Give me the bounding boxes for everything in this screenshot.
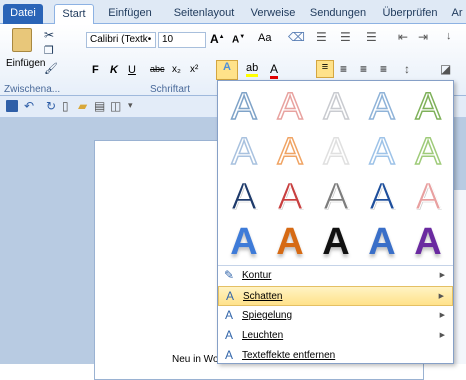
text-effect-style-2-1[interactable]: A — [222, 130, 266, 174]
submenu-arrow-icon: ▶ — [439, 272, 445, 279]
menu-item-label: Schatten — [243, 291, 283, 302]
tab-review[interactable]: Überprüfen — [378, 4, 442, 24]
menu-item-label: Texteffekte entfernen — [242, 350, 336, 361]
italic-icon[interactable]: K — [110, 64, 118, 76]
text-effect-style-2-5[interactable]: A — [406, 130, 450, 174]
group-label-font: Schriftart — [150, 84, 191, 95]
menu-item-texteffekte-entfernen[interactable]: A Texteffekte entfernen — [218, 346, 453, 366]
menu-item-kontur[interactable]: ✎ Kontur ▶ — [218, 266, 453, 286]
ribbon-tabs: Datei Start Einfügen Seitenlayout Verwei… — [0, 0, 466, 24]
align-left-icon[interactable]: ≡ — [316, 60, 334, 78]
save-icon[interactable] — [6, 100, 18, 112]
text-effect-style-4-1[interactable]: A — [222, 220, 266, 264]
menu-item-schatten[interactable]: A Schatten ▶ — [218, 286, 453, 306]
group-label-clipboard: Zwischena... — [4, 84, 61, 95]
menu-item-label: Kontur — [242, 270, 272, 281]
numbering-icon[interactable]: ☰ — [340, 30, 351, 44]
text-effect-style-1-3[interactable]: A — [314, 85, 358, 129]
print-icon[interactable]: ▤ — [94, 99, 105, 113]
align-center-icon[interactable]: ≡ — [340, 62, 347, 76]
grow-font-icon[interactable]: A▲ — [210, 32, 225, 46]
text-effect-style-2-3[interactable]: A — [314, 130, 358, 174]
new-document-icon[interactable]: ▯ — [62, 99, 69, 113]
menu-item-leuchten[interactable]: A Leuchten ▶ — [218, 326, 453, 346]
clear-format-icon[interactable]: ⌫ — [288, 30, 305, 44]
clipboard-icon — [12, 28, 32, 52]
justify-icon[interactable]: ≡ — [380, 62, 387, 76]
highlight-icon[interactable]: ab — [246, 62, 259, 77]
underline-icon[interactable]: U — [128, 64, 136, 76]
undo-icon[interactable]: ↶ — [24, 99, 34, 113]
tab-mailings[interactable]: Sendungen — [306, 4, 370, 24]
menu-item-label: Leuchten — [242, 330, 284, 341]
text-effect-style-3-4[interactable]: A — [360, 175, 404, 219]
open-icon[interactable]: ▰ — [78, 99, 87, 113]
text-effect-style-4-5[interactable]: A — [406, 220, 450, 264]
text-effect-style-1-5[interactable]: A — [406, 85, 450, 129]
text-effect-style-1-1[interactable]: A — [222, 85, 266, 129]
text-effect-style-3-3[interactable]: A — [314, 175, 358, 219]
text-effect-style-2-4[interactable]: A — [360, 130, 404, 174]
text-effect-style-1-4[interactable]: A — [360, 85, 404, 129]
subscript-icon[interactable]: x₂ — [172, 64, 181, 75]
bullets-icon[interactable]: ☰ — [316, 30, 327, 44]
reflection-icon: A — [224, 308, 233, 322]
tab-references[interactable]: Verweise — [248, 4, 298, 24]
increase-indent-icon[interactable]: ⇥ — [418, 30, 428, 44]
text-effects-gallery: AAAAAAAAAAAAAAAAAAAA ✎ Kontur ▶ A Schatt… — [217, 80, 454, 364]
submenu-arrow-icon: ▶ — [438, 293, 444, 300]
text-effects-button[interactable]: A — [216, 60, 238, 80]
menu-item-label: Spiegelung — [242, 310, 293, 321]
bold-icon[interactable]: F — [92, 64, 99, 76]
side-pane-edge — [452, 190, 466, 364]
print-preview-icon[interactable]: ◫ — [110, 99, 121, 113]
tab-file[interactable]: Datei — [3, 4, 43, 24]
text-effects-grid: AAAAAAAAAAAAAAAAAAAA — [222, 85, 450, 265]
tab-page-layout[interactable]: Seitenlayout — [168, 4, 240, 24]
text-effect-style-3-2[interactable]: A — [268, 175, 312, 219]
pen-icon: ✎ — [223, 268, 235, 282]
glow-icon: A — [224, 328, 233, 342]
paste-label: Einfügen — [6, 58, 46, 69]
align-right-icon[interactable]: ≡ — [360, 62, 367, 76]
tab-insert[interactable]: Einfügen — [104, 4, 156, 24]
strikethrough-icon[interactable]: abc — [150, 64, 165, 74]
document-text: Neu in Wo — [172, 354, 219, 365]
shrink-font-icon[interactable]: A▼ — [232, 34, 245, 45]
superscript-icon[interactable]: x² — [190, 64, 198, 75]
clear-effects-icon: A — [224, 348, 233, 362]
change-case-icon[interactable]: Aa — [258, 32, 271, 44]
tab-more[interactable]: Ar — [448, 4, 466, 24]
text-effect-style-3-5[interactable]: A — [406, 175, 450, 219]
text-effect-style-1-2[interactable]: A — [268, 85, 312, 129]
submenu-arrow-icon: ▶ — [439, 312, 445, 319]
paste-button[interactable]: Einfügen — [6, 28, 46, 80]
font-size-select[interactable]: 10 — [158, 32, 206, 48]
shadow-icon: A — [225, 289, 234, 303]
multilevel-icon[interactable]: ☰ — [366, 30, 377, 44]
menu-item-spiegelung[interactable]: A Spiegelung ▶ — [218, 306, 453, 326]
qat-dropdown-icon[interactable]: ▾ — [128, 100, 133, 111]
copy-icon[interactable]: ❐ — [44, 44, 54, 57]
font-color-icon[interactable]: A — [270, 62, 279, 79]
line-spacing-icon[interactable]: ↕ — [404, 62, 410, 76]
text-effect-style-4-4[interactable]: A — [360, 220, 404, 264]
redo-icon[interactable]: ↻ — [46, 99, 56, 113]
text-effect-style-4-2[interactable]: A — [268, 220, 312, 264]
text-effect-style-4-3[interactable]: A — [314, 220, 358, 264]
submenu-arrow-icon: ▶ — [439, 332, 445, 339]
text-effects-menu: ✎ Kontur ▶ A Schatten ▶ A Spiegelung ▶ A… — [218, 265, 453, 366]
text-effect-style-2-2[interactable]: A — [268, 130, 312, 174]
tab-start[interactable]: Start — [54, 4, 94, 24]
shading-icon[interactable]: ◪ — [440, 62, 451, 76]
format-painter-icon[interactable]: 🖌 — [44, 62, 58, 75]
decrease-indent-icon[interactable]: ⇤ — [398, 30, 408, 44]
sort-icon[interactable]: ↓ — [446, 30, 452, 42]
text-effect-style-3-1[interactable]: A — [222, 175, 266, 219]
cut-icon[interactable]: ✂ — [44, 28, 54, 42]
font-name-select[interactable]: Calibri (Textk• — [86, 32, 156, 48]
